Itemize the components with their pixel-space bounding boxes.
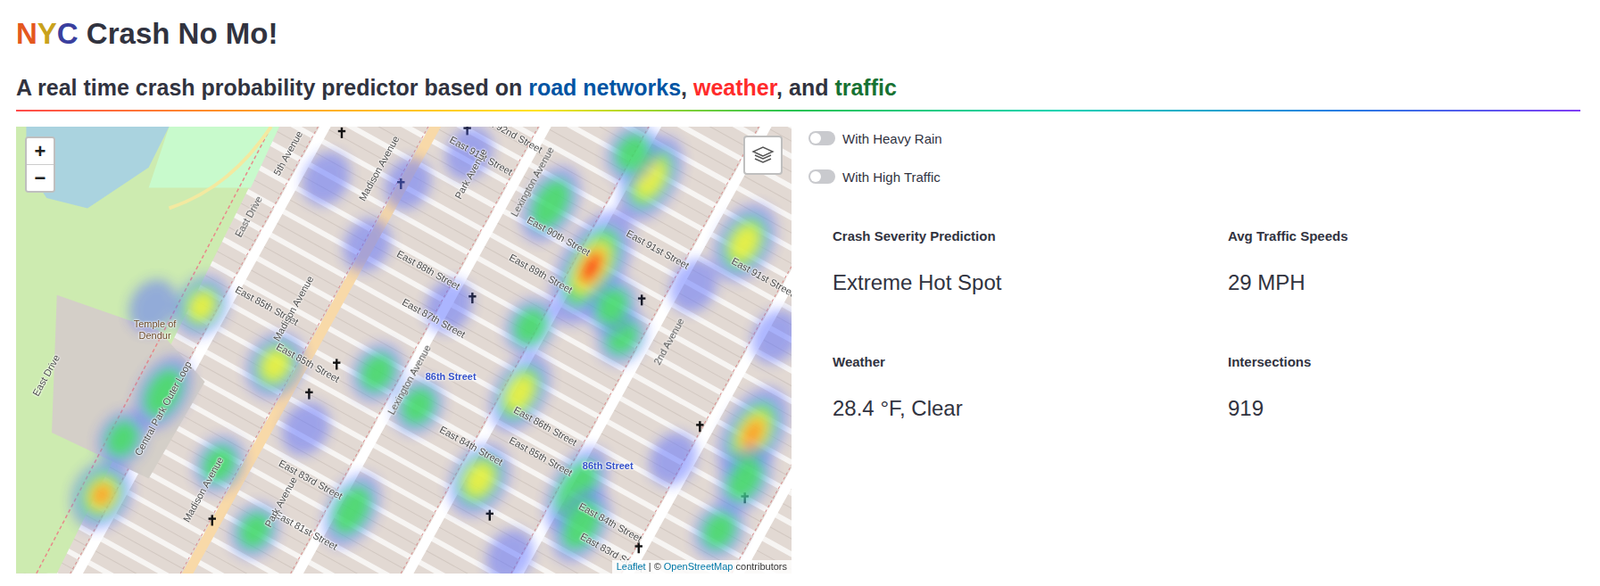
metric-value: Extreme Hot Spot	[832, 268, 1228, 298]
metric: Crash Severity Prediction Extreme Hot Spo…	[832, 227, 1228, 298]
church-icon	[332, 358, 340, 370]
reservoir	[25, 126, 169, 208]
church-icon	[305, 389, 313, 400]
toggle-label: With High Traffic	[842, 169, 941, 185]
heat-spot	[476, 521, 543, 574]
title-part: C	[57, 16, 79, 50]
toggle-row[interactable]: With Heavy Rain	[808, 127, 1581, 150]
zoom-out-button[interactable]: −	[26, 164, 54, 191]
title-part: Y	[37, 16, 58, 50]
title-part: N	[16, 16, 38, 50]
church-icon	[638, 294, 646, 306]
heat-spot	[292, 143, 359, 215]
map-attribution: Leaflet | © OpenStreetMap contributors	[612, 560, 792, 574]
heat-spot	[495, 289, 566, 365]
metric-label: Crash Severity Prediction	[832, 227, 1228, 246]
attribution-text: contributors	[732, 561, 788, 573]
subtitle-part: traffic	[834, 74, 896, 100]
crash-heatmap[interactable]: East 92nd StreetEast 91st StreetEast 90t…	[16, 126, 792, 574]
metric: Weather 28.4 °F, Clear	[832, 353, 1228, 423]
church-icon	[208, 514, 216, 526]
toggle-label: With Heavy Rain	[842, 131, 943, 147]
heat-spot	[119, 271, 186, 342]
metric-label: Avg Traffic Speeds	[1227, 227, 1600, 246]
subtitle-part: ,	[680, 74, 694, 100]
page-subtitle: A real time crash probability predictor …	[16, 72, 1581, 103]
subtitle-part: road networks	[528, 74, 681, 100]
heat-spot	[596, 126, 669, 192]
heat-spot	[639, 423, 706, 495]
map-label: Temple of Dendur	[124, 318, 187, 342]
heat-spot	[706, 437, 783, 523]
layers-button[interactable]	[743, 135, 783, 175]
map-label: 86th Street	[582, 459, 634, 472]
heat-spot	[273, 393, 340, 465]
metric-label: Weather	[832, 353, 1228, 372]
attribution-link[interactable]: OpenStreetMap	[663, 561, 734, 573]
attribution-text: | ©	[646, 561, 664, 573]
side-panel: With Heavy Rain With High Traffic Crash Se…	[808, 126, 1581, 574]
church-icon	[696, 421, 704, 432]
layers-icon	[751, 143, 775, 167]
app: NYC Crash No Mo! A real time crash probab…	[0, 0, 1600, 574]
page-title: NYC Crash No Mo!	[16, 0, 1581, 52]
toggle-knob	[810, 171, 821, 183]
rainbow-divider	[16, 109, 1581, 112]
title-part: Crash No Mo!	[78, 16, 279, 50]
heat-spot	[576, 268, 647, 344]
main-row: East 92nd StreetEast 91st StreetEast 90t…	[16, 126, 1581, 574]
metric-value: 919	[1227, 394, 1600, 423]
metric-value: 28.4 °F, Clear	[832, 394, 1228, 423]
heat-spot	[742, 301, 792, 373]
metric: Intersections 919	[1227, 353, 1600, 423]
street-grid	[16, 126, 792, 574]
metrics-grid: Crash Severity Prediction Extreme Hot Spo…	[808, 227, 1581, 423]
heat-spot	[333, 209, 400, 281]
church-icon	[635, 542, 643, 554]
map-label: 86th Street	[425, 371, 477, 383]
subtitle-part: weather	[693, 74, 777, 100]
heat-layer	[58, 126, 792, 574]
church-icon	[338, 127, 346, 139]
toggle-knob	[810, 132, 821, 144]
toggle-switch[interactable]	[808, 169, 836, 184]
subtitle-part: A real time crash probability predictor …	[16, 74, 529, 100]
metric: Avg Traffic Speeds 29 MPH	[1227, 227, 1600, 298]
toggle-row[interactable]: With High Traffic	[808, 165, 1581, 188]
church-icon	[486, 510, 494, 522]
toggle-switch[interactable]	[808, 131, 836, 146]
metric-label: Intersections	[1227, 353, 1600, 372]
central-park	[16, 126, 280, 574]
attribution-link[interactable]: Leaflet	[616, 561, 647, 573]
zoom-control: +−	[24, 136, 56, 193]
metric-value: 29 MPH	[1227, 268, 1600, 298]
heat-spot	[58, 449, 145, 541]
subtitle-part: , and	[776, 74, 835, 100]
zoom-in-button[interactable]: +	[26, 138, 54, 165]
